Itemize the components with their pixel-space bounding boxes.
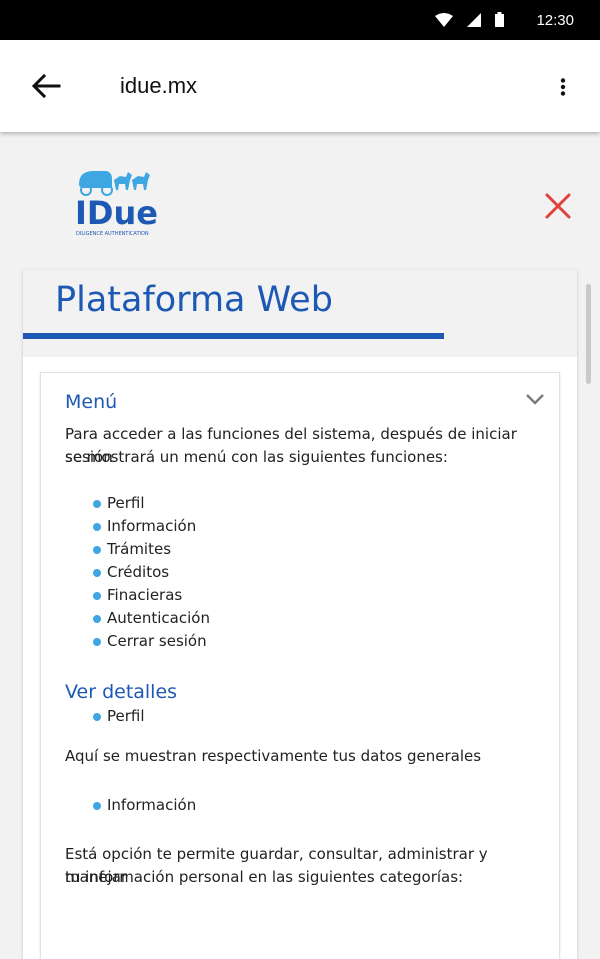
list-item-label: Cerrar sesión — [107, 632, 207, 650]
app-bar: idue.mx — [0, 40, 600, 132]
logo-wordmark: IDue — [75, 194, 158, 232]
list-item-label: Información — [107, 517, 197, 535]
more-options-button[interactable] — [552, 72, 574, 102]
close-icon — [545, 193, 571, 219]
details-list-2: Información — [93, 794, 196, 817]
details-heading: Ver detalles — [65, 681, 178, 703]
status-time: 12:30 — [536, 12, 574, 29]
list-item: Cerrar sesión — [93, 630, 210, 653]
platform-card: Plataforma Web Menú Para acceder a las f… — [23, 270, 577, 959]
list-item-label: Finacieras — [107, 586, 183, 604]
title-underline — [23, 333, 444, 339]
menu-heading[interactable]: Menú — [65, 391, 117, 413]
status-icons — [435, 12, 504, 27]
list-item: Perfil — [93, 705, 145, 728]
list-item: Autenticación — [93, 607, 210, 630]
list-item: Finacieras — [93, 584, 210, 607]
wifi-icon — [435, 12, 453, 27]
list-item-label: Perfil — [107, 494, 145, 512]
page-url-title: idue.mx — [120, 73, 198, 98]
chevron-down-icon[interactable] — [525, 391, 545, 407]
bullet-dot — [93, 637, 101, 646]
close-button[interactable] — [540, 188, 576, 224]
battery-icon — [495, 12, 504, 27]
card-header: Plataforma Web — [23, 270, 577, 357]
card-title: Plataforma Web — [55, 280, 333, 320]
bullet-dot — [93, 712, 101, 721]
signal-icon — [467, 12, 481, 27]
menu-intro-line2: se mostrará un menú con las siguientes f… — [65, 448, 448, 466]
list-item-label: Perfil — [107, 707, 145, 725]
list-item: Trámites — [93, 538, 210, 561]
bullet-dot — [93, 499, 101, 508]
list-item-label: Información — [107, 796, 197, 814]
bullet-dot — [93, 522, 101, 531]
more-vertical-icon — [560, 78, 566, 96]
menu-list: Perfil Información Trámites Créditos Fin… — [93, 492, 210, 653]
idue-logo: IDue DILIGENCE AUTHENTICATION — [75, 171, 158, 237]
arrow-back-icon — [31, 73, 61, 99]
menu-accordion: Menú Para acceder a las funciones del si… — [40, 372, 560, 959]
list-item: Información — [93, 794, 196, 817]
bullet-dot — [93, 568, 101, 577]
details-list-1: Perfil — [93, 705, 145, 728]
list-item-label: Créditos — [107, 563, 170, 581]
list-item-label: Autenticación — [107, 609, 210, 627]
bullet-dot — [93, 614, 101, 623]
bullet-dot — [93, 591, 101, 600]
back-button[interactable] — [26, 68, 66, 104]
bullet-dot — [93, 801, 101, 810]
bullet-dot — [93, 545, 101, 554]
list-item-label: Trámites — [107, 540, 172, 558]
list-item: Información — [93, 515, 210, 538]
scrollbar[interactable] — [586, 284, 591, 384]
details-desc-1: Aquí se muestran respectivamente tus dat… — [65, 747, 482, 765]
list-item: Créditos — [93, 561, 210, 584]
list-item: Perfil — [93, 492, 210, 515]
web-content: IDue DILIGENCE AUTHENTICATION Plataforma… — [0, 132, 600, 959]
logo-tagline: DILIGENCE AUTHENTICATION — [76, 231, 149, 237]
details-desc-2-line2: tu información personal en las siguiente… — [65, 868, 464, 886]
status-bar: 12:30 — [0, 0, 600, 40]
